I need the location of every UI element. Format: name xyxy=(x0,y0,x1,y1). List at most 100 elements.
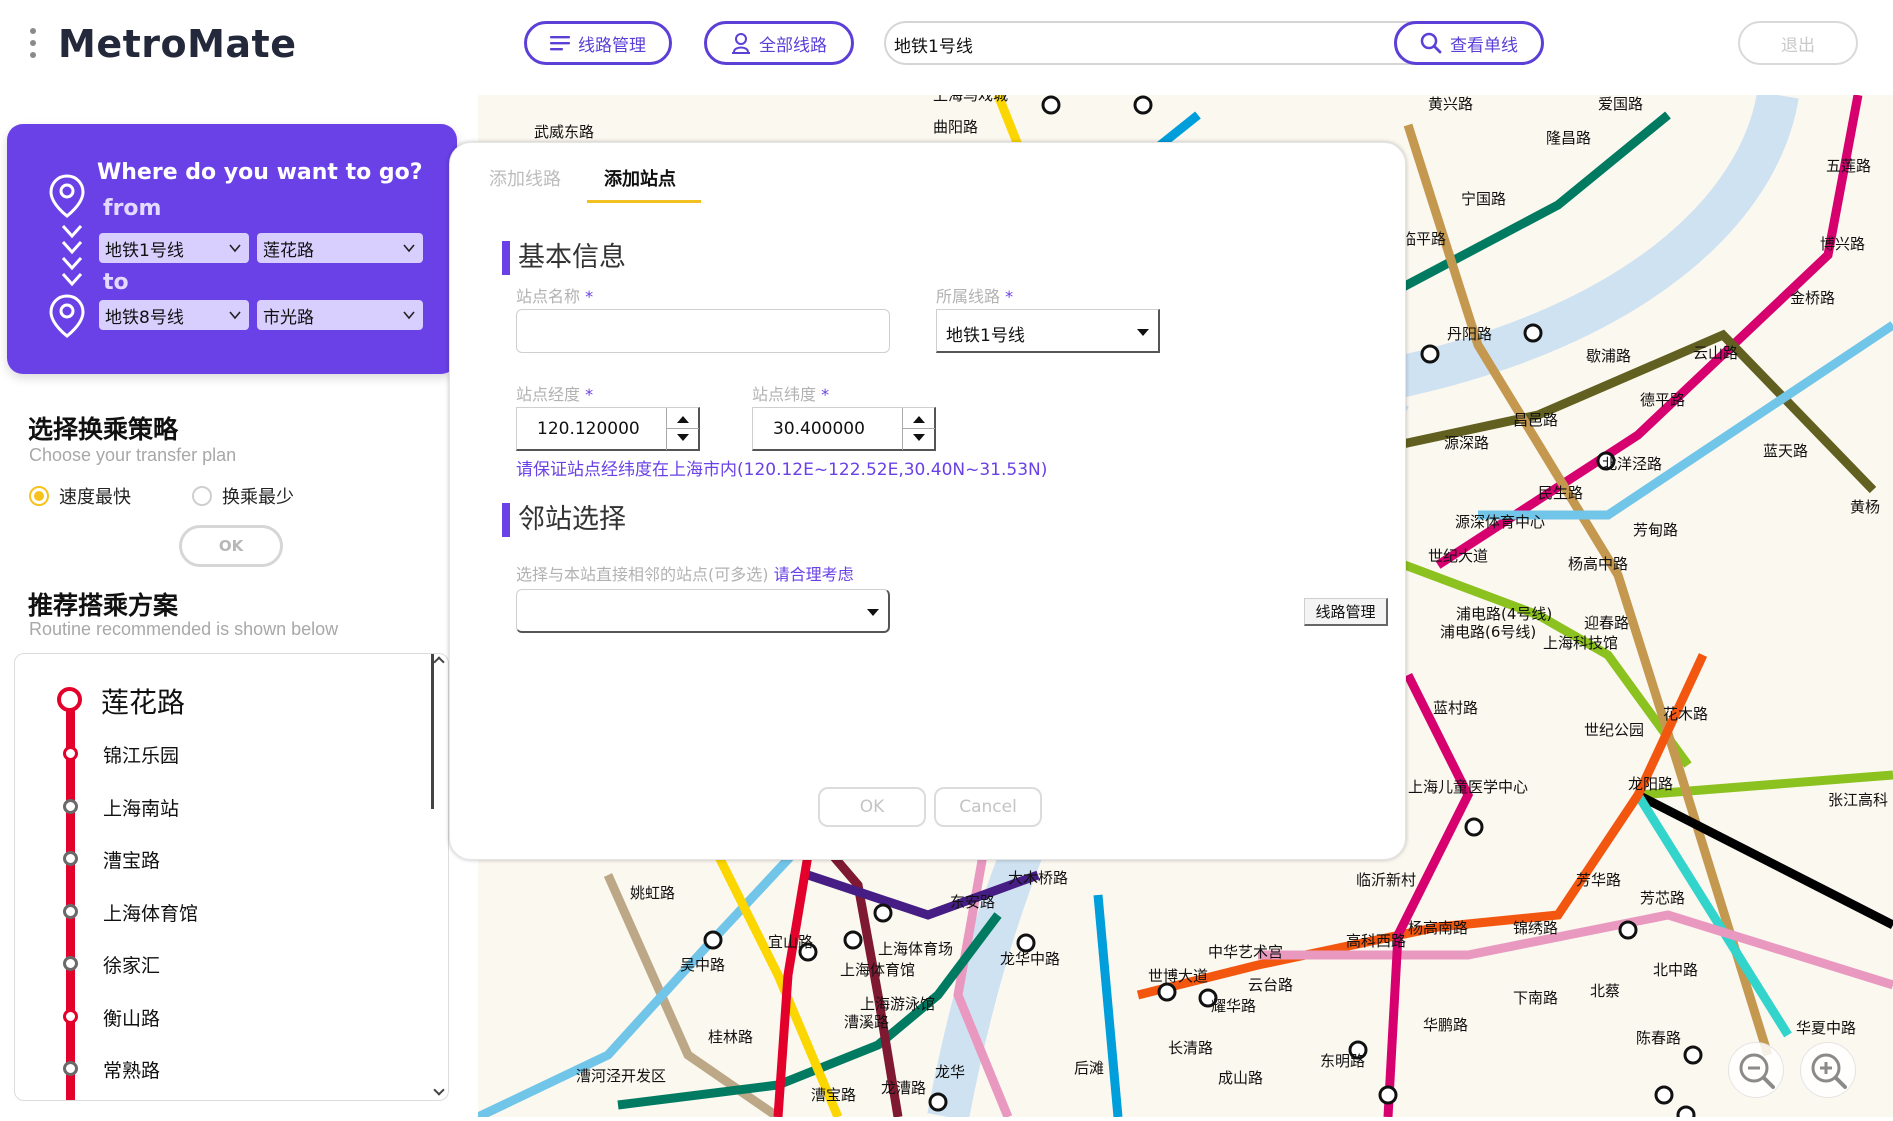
radio-fastest-label: 速度最快 xyxy=(59,487,131,508)
search-icon xyxy=(1420,32,1442,54)
line-select[interactable]: 地铁1号线 xyxy=(936,309,1160,353)
radio-fastest[interactable]: 速度最快 xyxy=(29,483,131,509)
longitude-spinbox[interactable]: 120.120000 xyxy=(516,407,700,451)
svg-text:上海游泳馆: 上海游泳馆 xyxy=(860,995,935,1013)
decrement-icon[interactable] xyxy=(677,434,689,441)
coordinate-hint: 请保证站点经纬度在上海市内(120.12E~122.52E,30.40N~31.… xyxy=(516,460,1048,480)
more-menu-icon[interactable] xyxy=(30,28,38,62)
svg-text:世纪大道: 世纪大道 xyxy=(1428,547,1488,565)
svg-text:北洋泾路: 北洋泾路 xyxy=(1602,455,1662,473)
line-select-value: 地铁1号线 xyxy=(946,326,1025,346)
svg-text:华夏中路: 华夏中路 xyxy=(1796,1019,1856,1037)
line-management-label: 线路管理 xyxy=(578,35,646,56)
longitude-stepper[interactable] xyxy=(666,408,699,450)
zoom-out-button[interactable] xyxy=(1728,1042,1784,1098)
dialog-cancel-button[interactable]: Cancel xyxy=(934,787,1042,827)
logout-button[interactable]: 退出 xyxy=(1738,21,1858,65)
radio-least-transfer[interactable]: 换乘最少 xyxy=(192,483,294,509)
svg-text:武威东路: 武威东路 xyxy=(534,123,594,141)
svg-text:东明路: 东明路 xyxy=(1320,1052,1365,1070)
from-station-value: 莲花路 xyxy=(263,240,314,261)
all-lines-button[interactable]: 全部线路 xyxy=(704,21,854,65)
line-management-button[interactable]: 线路管理 xyxy=(524,21,672,65)
svg-text:曲阳路: 曲阳路 xyxy=(933,118,978,136)
stop-label: 莲花路 xyxy=(101,686,186,719)
svg-text:陈春路: 陈春路 xyxy=(1636,1029,1681,1047)
svg-text:杨高中路: 杨高中路 xyxy=(1568,555,1628,573)
stop-marker xyxy=(63,956,78,971)
svg-text:源深体育中心: 源深体育中心 xyxy=(1455,513,1545,531)
to-line-value: 地铁8号线 xyxy=(105,307,184,328)
line-search-input[interactable] xyxy=(894,33,1394,55)
svg-text:龙漕路: 龙漕路 xyxy=(881,1079,926,1097)
line8-track xyxy=(1093,894,1123,1117)
svg-text:成山路: 成山路 xyxy=(1218,1069,1263,1087)
line-label: 所属线路 * xyxy=(936,287,1014,306)
neighbor-hint: 选择与本站直接相邻的站点(可多选) 请合理考虑 xyxy=(516,565,854,584)
latitude-spinbox[interactable]: 30.400000 xyxy=(752,407,936,451)
svg-text:黄兴路: 黄兴路 xyxy=(1428,95,1473,113)
scrollbar-thumb[interactable] xyxy=(431,654,434,809)
radio-dot-selected xyxy=(29,486,49,506)
strategy-ok-button[interactable]: OK xyxy=(179,525,283,567)
svg-text:芳甸路: 芳甸路 xyxy=(1633,521,1678,539)
stop-label: 上海体育馆 xyxy=(103,903,199,925)
stop-marker xyxy=(57,687,82,712)
svg-text:上海科技馆: 上海科技馆 xyxy=(1543,634,1618,652)
svg-text:歇浦路: 歇浦路 xyxy=(1586,347,1631,365)
svg-text:上海马戏城: 上海马戏城 xyxy=(933,95,1008,104)
svg-text:华鹏路: 华鹏路 xyxy=(1423,1016,1468,1034)
route-stop-list[interactable]: 莲花路 锦江乐园 上海南站 漕宝路 上海体育馆 徐家汇 衡山路 常熟路 xyxy=(14,653,449,1101)
svg-text:下南路: 下南路 xyxy=(1513,989,1558,1007)
svg-text:龙华中路: 龙华中路 xyxy=(1000,950,1060,968)
tab-add-station[interactable]: 添加站点 xyxy=(604,165,676,191)
svg-text:隆昌路: 隆昌路 xyxy=(1546,129,1591,147)
svg-text:临平路: 临平路 xyxy=(1401,230,1446,248)
view-single-line-button[interactable]: 查看单线 xyxy=(1394,21,1544,65)
stop-label: 漕宝路 xyxy=(103,850,161,872)
svg-text:迎春路: 迎春路 xyxy=(1584,614,1629,632)
list-scrollbar[interactable] xyxy=(431,654,449,1100)
to-line-select[interactable]: 地铁8号线 xyxy=(99,300,249,330)
from-line-select[interactable]: 地铁1号线 xyxy=(99,233,249,263)
stop-marker xyxy=(63,904,78,919)
scroll-down-icon[interactable] xyxy=(433,1084,445,1096)
dialog-ok-button[interactable]: OK xyxy=(818,787,926,827)
svg-text:浦电路(4号线): 浦电路(4号线) xyxy=(1456,605,1552,623)
line13-track xyxy=(1258,910,1893,990)
svg-text:昌邑路: 昌邑路 xyxy=(1513,411,1558,429)
svg-text:上海体育馆: 上海体育馆 xyxy=(840,961,915,979)
tab-add-line[interactable]: 添加线路 xyxy=(489,165,561,191)
route-query-card: Where do you want to go? from to 地铁1号线 莲… xyxy=(7,124,457,374)
to-station-select[interactable]: 市光路 xyxy=(257,300,423,330)
station-name-input[interactable] xyxy=(516,309,890,353)
list-item: 常熟路 xyxy=(15,1047,415,1087)
map-line-management-button[interactable]: 线路管理 xyxy=(1304,598,1388,626)
stop-marker xyxy=(63,1061,78,1076)
neighbor-station-select[interactable] xyxy=(516,589,890,633)
from-line-value: 地铁1号线 xyxy=(105,240,184,261)
increment-icon[interactable] xyxy=(677,416,689,423)
recommend-title: 推荐搭乘方案 xyxy=(28,591,179,620)
svg-text:上海体育场: 上海体育场 xyxy=(878,940,953,958)
decrement-icon[interactable] xyxy=(913,434,925,441)
zoom-in-button[interactable] xyxy=(1800,1042,1856,1098)
svg-text:吴中路: 吴中路 xyxy=(680,956,725,974)
radio-least-transfer-label: 换乘最少 xyxy=(222,487,294,508)
svg-text:北蔡: 北蔡 xyxy=(1590,982,1620,1000)
from-station-select[interactable]: 莲花路 xyxy=(257,233,423,263)
active-tab-indicator xyxy=(587,200,701,203)
increment-icon[interactable] xyxy=(913,416,925,423)
svg-text:北中路: 北中路 xyxy=(1653,961,1698,979)
svg-text:蓝天路: 蓝天路 xyxy=(1763,442,1808,460)
list-item: 上海南站 xyxy=(15,785,415,825)
list-item: 漕宝路 xyxy=(15,837,415,877)
svg-text:杨高南路: 杨高南路 xyxy=(1408,919,1468,937)
stop-label: 衡山路 xyxy=(103,1008,161,1030)
recommend-subtitle: Routine recommended is shown below xyxy=(29,619,339,639)
scroll-up-icon[interactable] xyxy=(433,656,445,668)
svg-text:桂林路: 桂林路 xyxy=(708,1028,753,1046)
latitude-stepper[interactable] xyxy=(902,408,935,450)
chevron-down-icon xyxy=(403,311,415,320)
longitude-label: 站点经度 * xyxy=(516,385,594,404)
